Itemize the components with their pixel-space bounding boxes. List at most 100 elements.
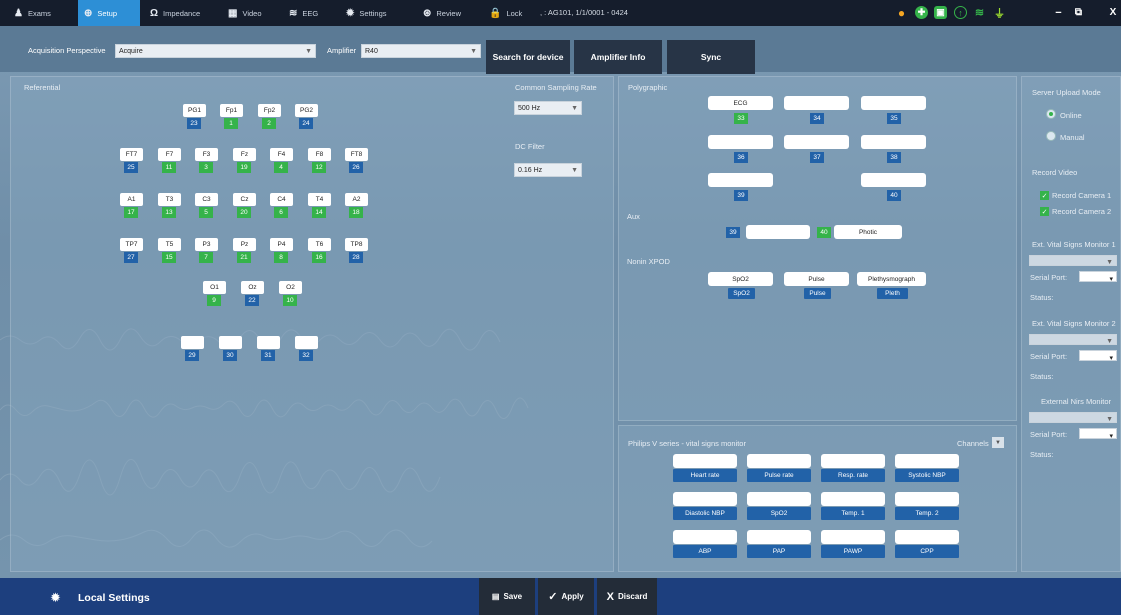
tab-label: Video: [242, 8, 262, 18]
search-device-button[interactable]: Search for device: [486, 40, 570, 74]
channel-label-box[interactable]: Oz: [241, 281, 264, 294]
serial-port-select[interactable]: ▾: [1079, 271, 1117, 283]
polygraphic-channel-box[interactable]: [708, 135, 773, 149]
philips-channel-box[interactable]: [821, 454, 885, 468]
nonin-title: Nonin XPOD: [627, 257, 670, 266]
tab-review[interactable]: ⊛ Review: [417, 0, 479, 26]
tab-settings[interactable]: ✹ Settings: [340, 0, 413, 26]
channel-label-box[interactable]: FT7: [120, 148, 143, 161]
tab-lock[interactable]: 🔒 Lock: [483, 0, 533, 26]
channel-label-box[interactable]: PG2: [295, 104, 318, 117]
channel-label-box[interactable]: Fz: [233, 148, 256, 161]
perspective-select[interactable]: Acquire ▼: [115, 44, 316, 58]
dc-filter-select[interactable]: 0.16 Hz ▼: [514, 163, 582, 177]
manual-radio[interactable]: [1046, 131, 1056, 141]
philips-channel-box[interactable]: [895, 454, 959, 468]
camera2-checkbox[interactable]: ✓: [1040, 207, 1049, 216]
tab-label: Exams: [27, 8, 51, 18]
philips-channel-box[interactable]: [747, 530, 811, 544]
philips-channel-box[interactable]: [821, 530, 885, 544]
sampling-label: Common Sampling Rate: [515, 83, 597, 92]
polygraphic-channel-box[interactable]: [784, 135, 849, 149]
channel-label-box[interactable]: Cz: [233, 193, 256, 206]
nonin-channel-box[interactable]: Plethysmograph: [857, 272, 926, 286]
polygraphic-channel-box[interactable]: [784, 96, 849, 110]
channel-label-box[interactable]: TP8: [345, 238, 368, 251]
camera1-checkbox[interactable]: ✓: [1040, 191, 1049, 200]
polygraphic-channel-box[interactable]: ECG: [708, 96, 773, 110]
nonin-channel-box[interactable]: SpO2: [708, 272, 773, 286]
serial-port-select[interactable]: ▾: [1079, 428, 1117, 440]
tab-eeg[interactable]: ≋ EEG: [283, 0, 336, 26]
philips-channel-box[interactable]: [673, 492, 737, 506]
discard-button[interactable]: X Discard: [597, 578, 657, 615]
channel-label-box[interactable]: A2: [345, 193, 368, 206]
philips-channel-box[interactable]: [821, 492, 885, 506]
polygraphic-channel-box[interactable]: [861, 96, 926, 110]
channel-label-box[interactable]: C4: [270, 193, 293, 206]
channel-label-box[interactable]: O2: [279, 281, 302, 294]
channel-label-box[interactable]: P3: [195, 238, 218, 251]
channel-label-box[interactable]: C3: [195, 193, 218, 206]
sync-button[interactable]: Sync: [667, 40, 755, 74]
close-icon[interactable]: X: [1108, 6, 1118, 19]
channel-label-box[interactable]: F4: [270, 148, 293, 161]
channel-label-box[interactable]: F7: [158, 148, 181, 161]
monitor-select[interactable]: ▼: [1029, 255, 1117, 266]
eeg-icon: ≋: [289, 7, 298, 19]
channel-label-box[interactable]: F8: [308, 148, 331, 161]
channel-label-box[interactable]: [181, 336, 204, 349]
photic-channel-box[interactable]: Photic: [834, 225, 902, 239]
amplifier-label: Amplifier: [327, 46, 357, 55]
channel-label-box[interactable]: FT8: [345, 148, 368, 161]
online-radio[interactable]: [1046, 109, 1056, 119]
channel-label-box[interactable]: [295, 336, 318, 349]
aux-channel-box[interactable]: [746, 225, 810, 239]
philips-channel-box[interactable]: [673, 454, 737, 468]
polygraphic-channel-box[interactable]: [708, 173, 773, 187]
monitor-select[interactable]: ▼: [1029, 334, 1117, 345]
channels-dropdown-icon[interactable]: ▼: [992, 437, 1004, 448]
channel-label-box[interactable]: O1: [203, 281, 226, 294]
channel-label-box[interactable]: [219, 336, 242, 349]
channel-label-box[interactable]: PG1: [183, 104, 206, 117]
channel-label-box[interactable]: A1: [120, 193, 143, 206]
philips-channel-box[interactable]: [747, 454, 811, 468]
philips-channel-box[interactable]: [895, 530, 959, 544]
apply-button[interactable]: ✓ Apply: [538, 578, 594, 615]
philips-channel-box[interactable]: [895, 492, 959, 506]
channel-label-box[interactable]: Pz: [233, 238, 256, 251]
polygraphic-channel-box[interactable]: [861, 173, 926, 187]
polygraphic-channel-number: 40: [887, 190, 901, 201]
philips-channel-box[interactable]: [747, 492, 811, 506]
nonin-channel-tag: Pulse: [804, 288, 831, 299]
philips-channel-box[interactable]: [673, 530, 737, 544]
monitor-select[interactable]: ▼: [1029, 412, 1117, 423]
channel-label-box[interactable]: TP7: [120, 238, 143, 251]
channel-label-box[interactable]: P4: [270, 238, 293, 251]
tab-setup[interactable]: ⊕ Setup: [78, 0, 140, 26]
restore-icon[interactable]: ⧉: [1072, 6, 1085, 19]
tab-exams[interactable]: ♟ Exams: [8, 0, 74, 26]
channel-label-box[interactable]: Fp2: [258, 104, 281, 117]
channel-number-badge: 6: [274, 207, 288, 218]
channel-label-box[interactable]: F3: [195, 148, 218, 161]
local-settings-title: Local Settings: [78, 592, 150, 604]
sampling-select[interactable]: 500 Hz ▼: [514, 101, 582, 115]
amplifier-info-button[interactable]: Amplifier Info: [574, 40, 662, 74]
polygraphic-channel-box[interactable]: [861, 135, 926, 149]
channel-label-box[interactable]: T4: [308, 193, 331, 206]
channel-label-box[interactable]: [257, 336, 280, 349]
serial-port-select[interactable]: ▾: [1079, 350, 1117, 362]
minimize-icon[interactable]: −: [1052, 6, 1065, 19]
amplifier-select[interactable]: R40 ▼: [361, 44, 481, 58]
channel-label-box[interactable]: T5: [158, 238, 181, 251]
nonin-channel-box[interactable]: Pulse: [784, 272, 849, 286]
tab-video[interactable]: ▦ Video: [222, 0, 279, 26]
channel-label-box[interactable]: T6: [308, 238, 331, 251]
channel-label-box[interactable]: T3: [158, 193, 181, 206]
tab-impedance[interactable]: Ω Impedance: [144, 0, 218, 26]
save-button[interactable]: ▤ Save: [479, 578, 535, 615]
channel-label-box[interactable]: Fp1: [220, 104, 243, 117]
philips-channel-tag: PAWP: [821, 545, 885, 558]
